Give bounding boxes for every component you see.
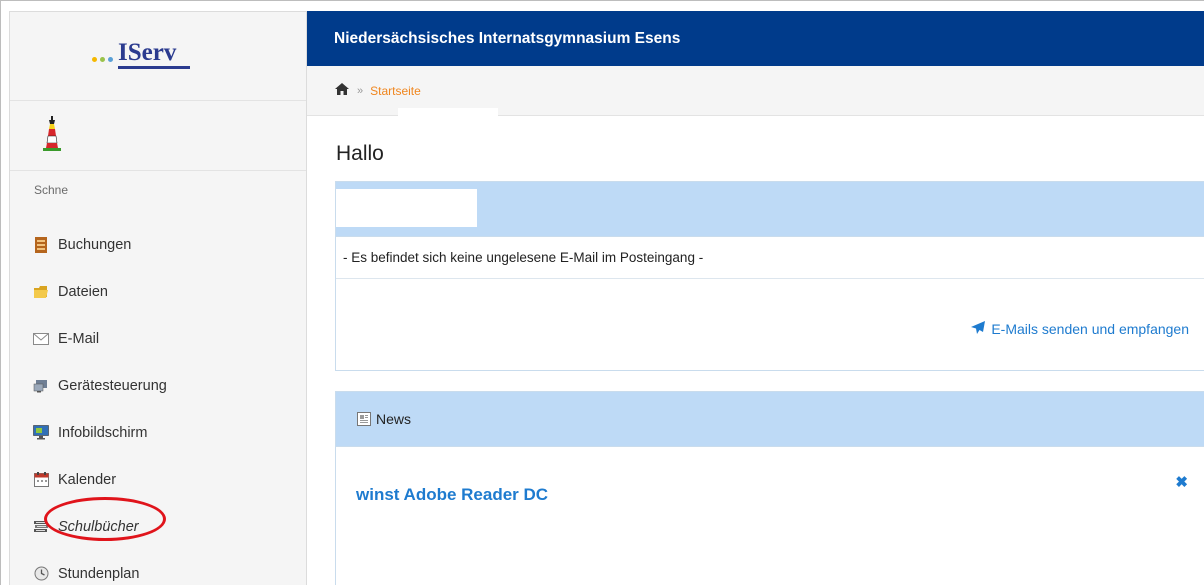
sidebar-item-stundenplan[interactable]: Stundenplan [10, 550, 307, 585]
calendar-icon [33, 472, 49, 488]
paper-plane-icon [971, 321, 986, 337]
folder-icon [33, 284, 49, 300]
breadcrumb-separator: » [357, 84, 364, 97]
logo-text: IServ [118, 40, 191, 69]
send-receive-mail-label: E-Mails senden und empfangen [991, 321, 1189, 337]
app-window: IServ Schne Buchungen Dateien E-Mail Ger… [0, 0, 1204, 585]
sidebar-item-geraetesteuerung[interactable]: Gerätesteuerung [10, 362, 307, 409]
home-icon[interactable] [335, 83, 349, 98]
page-header-title: Niedersächsisches Internatsgymnasium Ese… [334, 30, 681, 47]
sidebar-item-label: Kalender [58, 471, 117, 488]
highlight-circle [44, 497, 166, 541]
header-bar: Niedersächsisches Internatsgymnasium Ese… [307, 11, 1204, 66]
mail-panel-header [336, 182, 1204, 237]
sidebar-item-label: E-Mail [58, 330, 100, 347]
mail-status-message: - Es befindet sich keine ungelesene E-Ma… [336, 237, 1204, 279]
sidebar-item-label: Buchungen [58, 236, 132, 253]
lighthouse-icon [41, 116, 63, 157]
news-panel-title: News [376, 411, 412, 427]
ledger-icon [33, 236, 49, 253]
clock-icon [33, 566, 49, 582]
monitor-icon [33, 425, 49, 441]
page-title: Hallo [336, 142, 384, 165]
sidebar-item-buchungen[interactable]: Buchungen [10, 221, 307, 268]
logo-area: IServ [10, 12, 306, 101]
close-icon[interactable]: ✖ [1175, 473, 1188, 491]
news-item-title[interactable]: winst Adobe Reader DC [356, 485, 548, 505]
devices-icon [33, 378, 49, 394]
send-receive-mail-link[interactable]: E-Mails senden und empfangen [971, 321, 1189, 337]
redacted-block [398, 108, 498, 122]
school-logo-area [10, 101, 306, 171]
sidebar-item-kalender[interactable]: Kalender [10, 456, 307, 503]
news-panel-header: News [336, 392, 1204, 447]
newspaper-icon [357, 412, 371, 426]
iserv-logo[interactable]: IServ [92, 40, 191, 69]
sidebar-item-label: Gerätesteuerung [58, 377, 167, 394]
sidebar-item-email[interactable]: E-Mail [10, 315, 307, 362]
sidebar-item-label: Infobildschirm [58, 424, 148, 441]
logo-dots [92, 57, 113, 62]
sidebar-item-label: Stundenplan [58, 565, 140, 582]
mail-panel: - Es befindet sich keine ungelesene E-Ma… [335, 181, 1204, 371]
redacted-block [336, 189, 477, 227]
sidebar-item-dateien[interactable]: Dateien [10, 268, 307, 315]
news-panel: News winst Adobe Reader DC ✖ [335, 391, 1204, 585]
user-name: Schne [34, 183, 69, 197]
breadcrumb-current[interactable]: Startseite [370, 84, 421, 98]
sidebar-item-infobildschirm[interactable]: Infobildschirm [10, 409, 307, 456]
breadcrumb: » Startseite [335, 83, 421, 98]
redacted-name [398, 129, 523, 165]
envelope-icon [33, 331, 49, 347]
sidebar-item-label: Dateien [58, 283, 108, 300]
